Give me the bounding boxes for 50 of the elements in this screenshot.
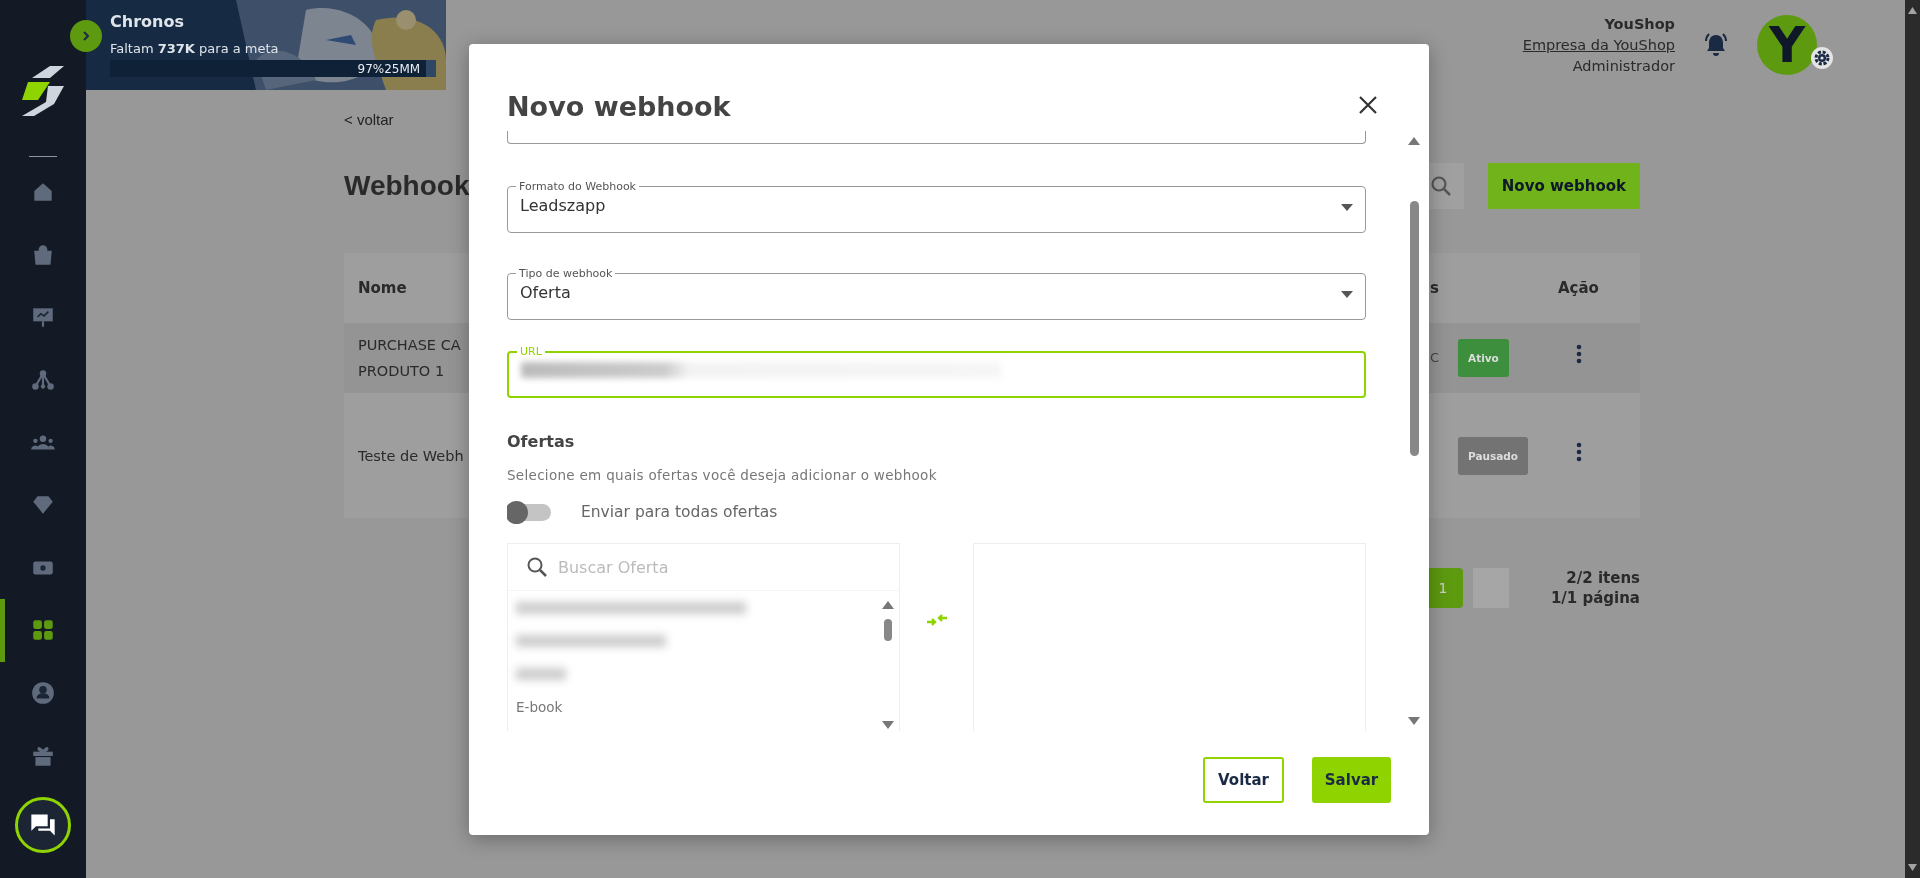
back-button[interactable]: Voltar [1203,757,1284,803]
section-title: Ofertas [507,432,576,451]
caret-icon [1341,291,1353,298]
page-count: 1/1 página [1550,588,1640,608]
toggle-switch[interactable] [507,503,551,521]
user-role: Administrador [1571,56,1675,76]
field-value: Leadszapp [520,196,606,215]
search-icon [526,556,548,578]
item-count: 2/2 itens [1565,568,1640,588]
progress-reading: 97%25MM [357,61,422,76]
blurred-text [516,667,566,680]
field-label: Tipo de webhook [518,267,614,280]
column-header: Nome [358,279,407,297]
text-field[interactable] [507,131,1366,144]
more-options-icon[interactable] [1576,344,1582,364]
table-cell-text: Teste de Webh [358,446,464,466]
status-badge: Ativo [1458,339,1509,377]
field-label: Formato do Webhook [518,180,637,193]
chevron-right-icon [80,30,92,42]
company-link[interactable]: Empresa da YouShop [1522,36,1675,53]
column-header: Ação [1557,279,1599,297]
toggle-label: Enviar para todas ofertas [581,503,778,521]
section-description: Selecione em quais ofertas você deseja adicionar o webhook [507,467,938,483]
user-icon [30,680,56,707]
status-badge: Pausado [1458,436,1529,475]
field-label: URL [519,345,543,358]
page-title: Webhook [344,170,470,202]
settings-icon[interactable] [1811,47,1833,69]
back-link[interactable]: < voltar [344,111,394,128]
user-avatar[interactable]: Y [1757,15,1817,75]
bell-icon[interactable] [1703,32,1729,58]
more-options-icon[interactable] [1576,441,1582,462]
banner-title: Chronos [110,12,185,31]
table-cell-text: PURCHASE CA PRODUTO 1 [358,336,461,381]
logo-icon[interactable] [20,64,66,118]
column-header: s [1430,279,1439,297]
field-value: Oferta [520,283,571,302]
select-field[interactable]: Formato do Webhook Leadszapp [507,180,1366,233]
close-icon [1358,95,1378,115]
caret-icon [1341,204,1353,211]
offer-item[interactable]: E-book [516,698,563,715]
save-button[interactable]: Salvar [1312,757,1391,803]
modal-title: Novo webhook [507,90,731,122]
search-icon [1429,175,1452,197]
chat-button[interactable] [15,796,71,853]
company-name: YouShop [1603,14,1675,34]
table-cell-text: C [1430,349,1440,367]
new-webhook-button[interactable]: Novo webhook [1487,163,1640,209]
banner-subtitle: Faltam 737K para a meta [110,41,280,56]
select-field[interactable]: Tipo de webhook Oferta [507,267,1366,320]
